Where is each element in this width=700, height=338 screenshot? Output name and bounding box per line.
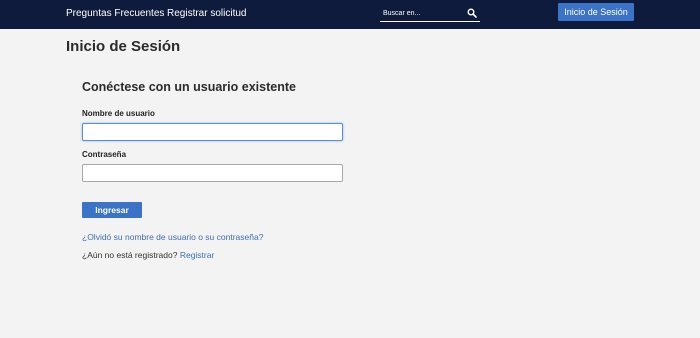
register-link[interactable]: Registrar	[180, 250, 214, 260]
form-subtitle: Conéctese con un usuario existente	[82, 80, 296, 94]
not-registered-text: ¿Aún no está registrado?	[82, 250, 178, 260]
search-input[interactable]	[383, 6, 463, 20]
search-icon[interactable]	[467, 8, 477, 18]
forgot-credentials-link[interactable]: ¿Olvidó su nombre de usuario o su contra…	[82, 232, 263, 242]
nav-link-register-request[interactable]: Registrar solicitud	[167, 8, 246, 19]
username-label: Nombre de usuario	[82, 109, 155, 118]
password-label: Contraseña	[82, 150, 127, 159]
nav-link-faq[interactable]: Preguntas Frecuentes	[66, 8, 164, 19]
page-title: Inicio de Sesión	[66, 38, 181, 55]
username-field[interactable]	[82, 123, 343, 141]
password-field[interactable]	[82, 164, 343, 182]
top-navbar: Preguntas Frecuentes Registrar solicitud…	[0, 0, 700, 29]
register-prompt: ¿Aún no está registrado? Registrar	[82, 250, 214, 260]
submit-button[interactable]: Ingresar	[82, 202, 142, 218]
login-button[interactable]: Inicio de Sesión	[558, 3, 634, 21]
search-box	[380, 6, 480, 22]
